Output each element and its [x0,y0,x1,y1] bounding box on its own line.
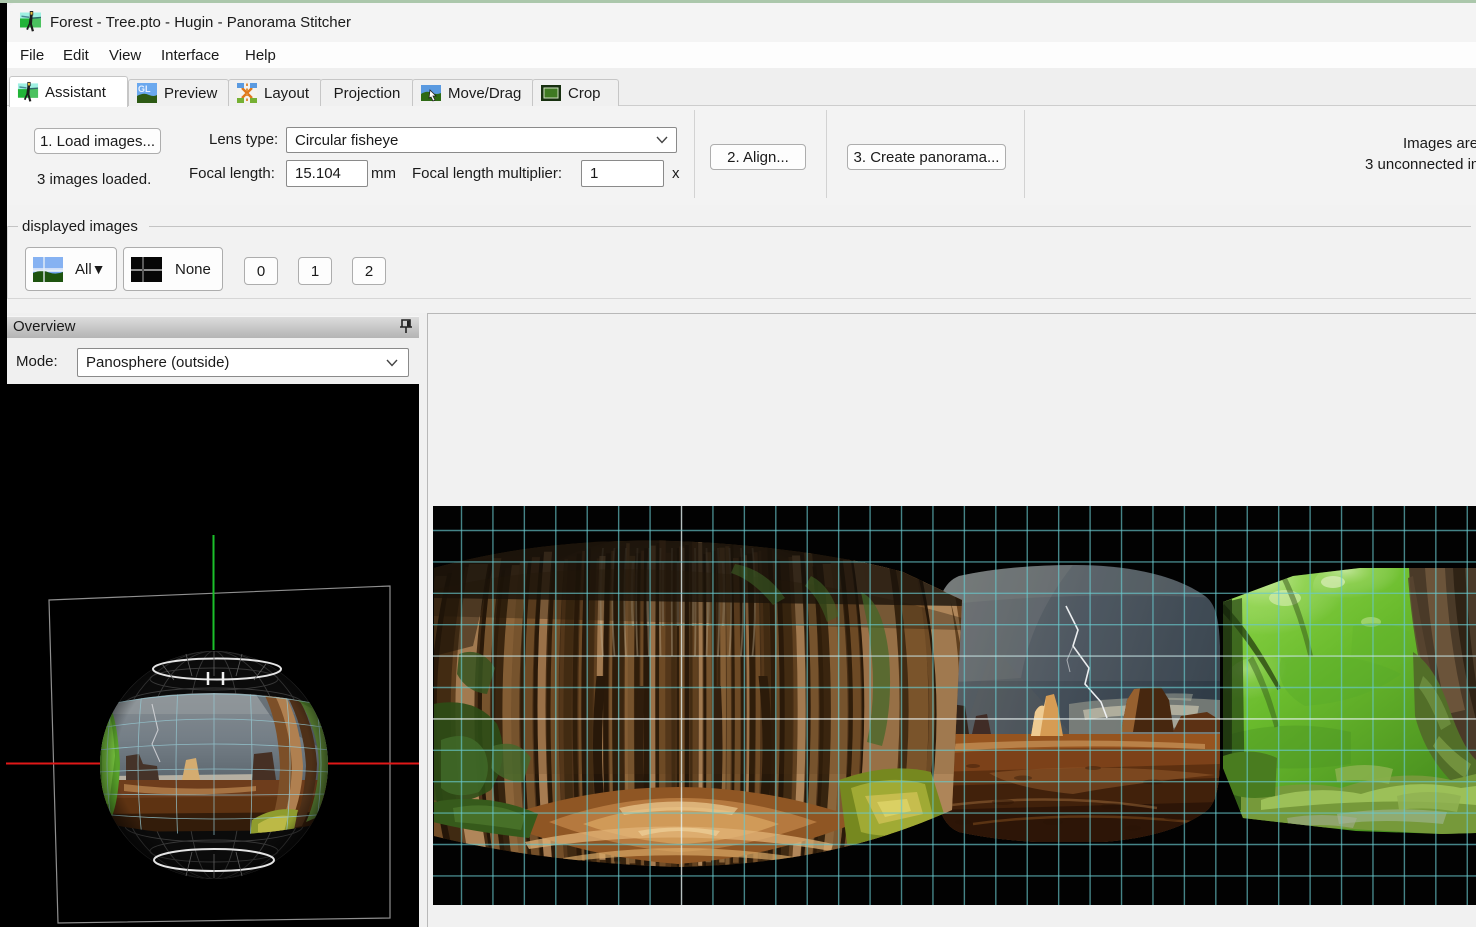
svg-text:GL: GL [138,84,151,94]
